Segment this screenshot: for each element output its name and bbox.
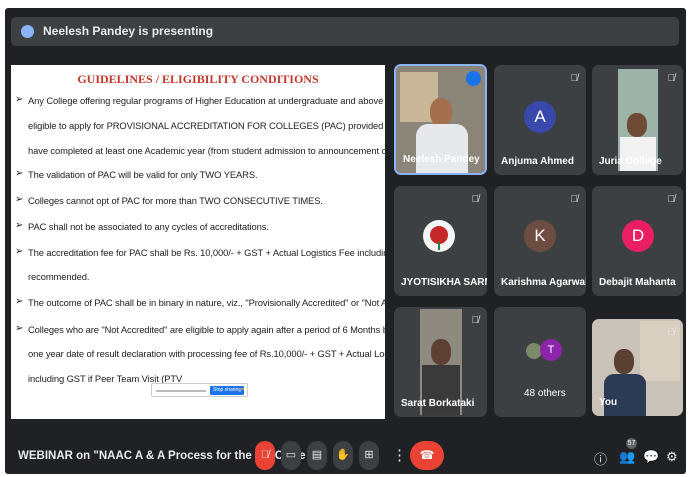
slide-line: Any College offering regular programs of…	[28, 95, 425, 106]
rose-avatar-icon	[423, 220, 455, 252]
face-shape	[627, 113, 647, 137]
participant-tile-jyotisikha[interactable]: 🎙̸ JYOTISIKHA SARMAH	[394, 186, 487, 296]
avatar: K	[524, 220, 556, 252]
mic-toggle-button[interactable]: 🎙̸	[255, 441, 275, 470]
face-shape	[614, 349, 634, 374]
slide-line: PAC shall not be associated to any cycle…	[28, 221, 269, 232]
shared-slide: GUIDELINES / ELIGIBILITY CONDITIONS ➢ An…	[11, 65, 466, 419]
mic-off-icon: 🎙̸	[667, 194, 676, 205]
participant-count-badge: 57	[626, 438, 637, 449]
slide-line: have completed at least one Academic yea…	[28, 145, 425, 156]
meeting-info-icon[interactable]: ⓘ	[594, 449, 607, 468]
captions-icon: ▤	[311, 449, 323, 461]
presenter-avatar-icon	[21, 25, 34, 38]
avatar: D	[622, 220, 654, 252]
slide-line: The accreditation fee for PAC shall be R…	[28, 247, 452, 258]
participant-name: Anjuma Ahmed	[501, 156, 574, 167]
sharing-popup: Stop sharing	[151, 383, 248, 397]
camera-toggle-button[interactable]: ▭	[281, 441, 301, 470]
avatar: T	[540, 339, 562, 361]
participant-name: 48 others	[524, 388, 566, 399]
raise-hand-button[interactable]: ✋	[333, 441, 353, 470]
bullet-arrow-icon: ➢	[15, 94, 24, 105]
slide-line: Colleges who are "Not Accredited" are el…	[28, 324, 422, 335]
mic-off-icon: 🎙̸	[667, 73, 676, 84]
present-button[interactable]: ⊞	[359, 441, 379, 470]
bullet-arrow-icon: ➢	[15, 246, 24, 257]
avatar: A	[524, 101, 556, 133]
presenting-banner: Neelesh Pandey is presenting	[11, 17, 679, 46]
participant-name: Sarat Borkataki	[401, 398, 475, 409]
slide-line: The outcome of PAC shall be in binary in…	[28, 297, 431, 308]
participant-tile-karishma[interactable]: K 🎙̸ Karishma Agarwal	[494, 186, 586, 296]
slide-line: The validation of PAC will be valid for …	[28, 169, 258, 180]
hand-icon: ✋	[336, 449, 350, 461]
activities-icon[interactable]: ⚙	[666, 449, 678, 465]
popup-hide-icon[interactable]	[238, 388, 244, 390]
presenting-text: Neelesh Pandey is presenting	[43, 24, 214, 38]
bullet-arrow-icon: ➢	[15, 323, 24, 334]
face-shape	[431, 339, 451, 365]
mic-off-icon: 🎙̸	[570, 73, 579, 84]
mic-off-icon: 🎙̸	[471, 194, 480, 205]
bullet-arrow-icon: ➢	[15, 194, 24, 205]
participant-tile-sarat[interactable]: 🎙̸ Sarat Borkataki	[394, 307, 487, 417]
shirt-shape	[416, 124, 468, 173]
slide-line: one year date of result declaration with…	[28, 348, 429, 359]
slide-line: Colleges cannot opt of PAC for more than…	[28, 195, 323, 206]
mic-off-icon: 🎙̸	[570, 194, 579, 205]
bullet-arrow-icon: ➢	[15, 296, 24, 307]
participant-tile-you[interactable]: 🎙̸ You	[592, 319, 683, 416]
mic-off-icon: 🎙̸	[260, 449, 270, 461]
participant-tile-neelesh[interactable]: Neelesh Pandey	[394, 64, 487, 175]
captions-button[interactable]: ▤	[307, 441, 327, 470]
present-icon: ⊞	[364, 449, 374, 461]
chat-icon[interactable]: 💬	[643, 449, 659, 465]
participant-tile-juria[interactable]: 🎙̸ Juria College	[592, 65, 683, 175]
people-icon[interactable]: 👥	[619, 449, 635, 465]
shirt-shape	[604, 374, 646, 416]
meet-window: Neelesh Pandey is presenting GUIDELINES …	[5, 8, 686, 474]
face-shape	[430, 98, 452, 126]
camera-icon: ▭	[285, 449, 297, 461]
more-options-icon[interactable]: ⋮	[392, 448, 407, 463]
mic-off-icon: 🎙̸	[667, 327, 676, 338]
participant-name: Juria College	[599, 156, 662, 167]
phone-hangup-icon: ☎	[419, 448, 435, 462]
leave-call-button[interactable]: ☎	[410, 441, 444, 470]
speaking-indicator-icon	[466, 71, 481, 86]
participant-name: Neelesh Pandey	[403, 154, 480, 165]
participant-tile-others[interactable]: T 48 others	[494, 307, 586, 417]
participant-tile-anjuma[interactable]: A 🎙̸ Anjuma Ahmed	[494, 65, 586, 175]
mic-off-icon: 🎙̸	[471, 315, 480, 326]
slide-title: GUIDELINES / ELIGIBILITY CONDITIONS	[77, 72, 319, 86]
bullet-arrow-icon: ➢	[15, 168, 24, 179]
participant-name: You	[599, 397, 618, 408]
participant-tile-debajit[interactable]: D 🎙̸ Debajit Mahanta	[592, 186, 683, 296]
participant-name: JYOTISIKHA SARMAH	[401, 277, 487, 288]
participant-name: Karishma Agarwal	[501, 277, 586, 288]
popup-text-placeholder	[156, 390, 206, 392]
participant-name: Debajit Mahanta	[599, 277, 676, 288]
bullet-arrow-icon: ➢	[15, 220, 24, 231]
slide-line: recommended.	[28, 271, 90, 282]
